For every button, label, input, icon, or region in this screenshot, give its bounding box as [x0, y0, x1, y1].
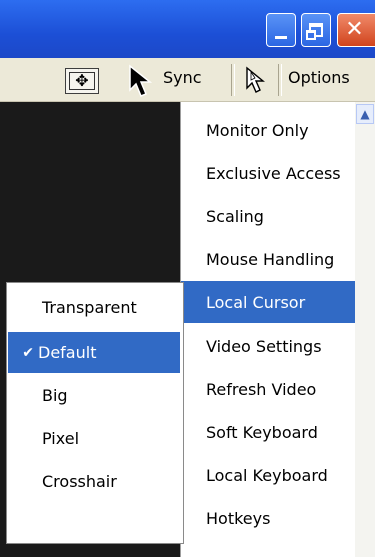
- toolbar-separator: [278, 64, 282, 96]
- options-menu-button[interactable]: Options: [288, 68, 350, 87]
- menu-item-scaling[interactable]: Scaling: [181, 195, 356, 237]
- checkmark-icon: ✔: [22, 344, 34, 361]
- submenu-item-pixel[interactable]: Pixel: [8, 418, 180, 459]
- move-arrows-icon: ✥: [69, 72, 95, 90]
- scroll-up-button[interactable]: ▲: [356, 104, 374, 124]
- submenu-item-big[interactable]: Big: [8, 375, 180, 416]
- restore-icon: [306, 23, 323, 40]
- pointer-arrow-icon[interactable]: [126, 64, 158, 98]
- move-tool-button[interactable]: ✥: [65, 68, 99, 94]
- sync-button[interactable]: Sync: [163, 68, 202, 87]
- submenu-item-default[interactable]: ✔ Default: [8, 332, 180, 373]
- restore-button[interactable]: [301, 13, 331, 47]
- menu-item-mouse-handling[interactable]: Mouse Handling: [181, 238, 356, 280]
- close-icon: ✕: [345, 17, 364, 42]
- menu-item-hotkeys[interactable]: Hotkeys: [181, 497, 356, 539]
- close-button[interactable]: ✕: [337, 13, 375, 47]
- toolbar: ✥ Sync Options: [0, 58, 375, 102]
- title-bar: ✕: [0, 0, 375, 58]
- menu-item-local-cursor[interactable]: Local Cursor: [181, 281, 356, 323]
- menu-item-local-keyboard[interactable]: Local Keyboard: [181, 454, 356, 496]
- local-cursor-submenu: Transparent ✔ Default Big Pixel Crosshai…: [6, 282, 184, 544]
- chevron-up-icon: ▲: [360, 107, 370, 121]
- menu-item-monitor-only[interactable]: Monitor Only: [181, 109, 356, 151]
- menu-item-video-settings[interactable]: Video Settings: [181, 325, 356, 367]
- submenu-item-crosshair[interactable]: Crosshair: [8, 461, 180, 502]
- menu-item-soft-keyboard[interactable]: Soft Keyboard: [181, 411, 356, 453]
- options-dropdown-menu: Monitor Only Exclusive Access Scaling Mo…: [180, 102, 375, 557]
- toolbar-separator: [231, 64, 235, 96]
- minimize-button[interactable]: [266, 13, 296, 47]
- minimize-icon: [275, 35, 287, 39]
- hollow-cursor-icon[interactable]: [243, 66, 269, 94]
- menu-item-refresh-video[interactable]: Refresh Video: [181, 368, 356, 410]
- menu-scrollbar[interactable]: ▲: [355, 102, 375, 557]
- menu-item-exclusive-access[interactable]: Exclusive Access: [181, 152, 356, 194]
- submenu-item-transparent[interactable]: Transparent: [8, 287, 180, 328]
